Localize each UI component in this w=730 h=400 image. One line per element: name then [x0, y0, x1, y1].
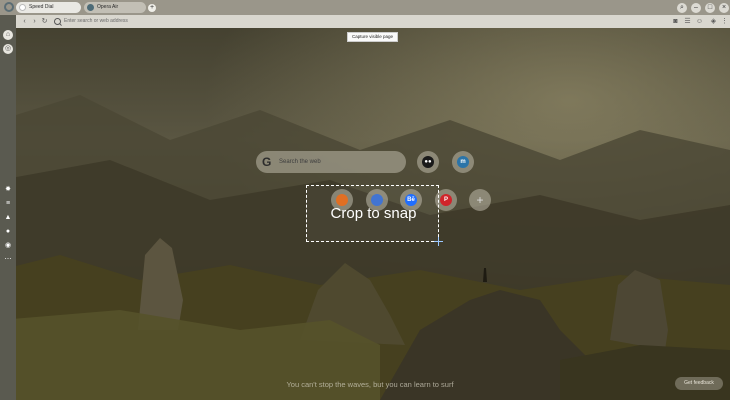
more-icon[interactable]: ⋯	[3, 255, 13, 265]
search-icon	[54, 18, 61, 25]
account-icon[interactable]: ☺	[695, 17, 704, 26]
messenger-icon[interactable]: ●	[3, 227, 13, 237]
minimize-button[interactable]: –	[691, 3, 701, 13]
search-placeholder: Search the web	[279, 159, 321, 165]
site-icon: m	[457, 156, 469, 168]
crop-label: Crop to snap	[330, 205, 417, 222]
workspaces-icon[interactable]: ▲	[3, 213, 13, 223]
tab-opera-air[interactable]: Opera Air	[84, 2, 146, 13]
menu-icon[interactable]: ⋮	[720, 17, 729, 26]
feedback-button[interactable]: Get feedback	[675, 377, 723, 390]
tab-strip: Speed Dial Opera Air + ⌕ – □ ×	[0, 0, 730, 15]
close-window-button[interactable]: ×	[719, 3, 729, 13]
mixer-icon[interactable]: ≡	[3, 199, 13, 209]
add-site-button[interactable]: +	[469, 189, 491, 211]
crop-selection[interactable]: Crop to snap	[306, 185, 439, 242]
tab-label: Opera Air	[97, 4, 119, 10]
google-icon: G	[262, 155, 272, 169]
search-tabs-icon[interactable]: ⌕	[677, 3, 687, 13]
ai-icon[interactable]: ✸	[3, 185, 13, 195]
sidebar: ⌂ ◎ ✸ ≡ ▲ ● ◉ ⋯	[0, 15, 16, 400]
speed-dial-home-icon[interactable]: ⌂	[3, 30, 13, 40]
tab-label: Speed Dial	[29, 4, 54, 10]
speed-dial-medium[interactable]: ●●	[417, 151, 439, 173]
crosshair-cursor-icon	[434, 237, 443, 246]
maximize-button[interactable]: □	[705, 3, 715, 13]
new-tab-button[interactable]: +	[148, 4, 156, 12]
pinterest-icon: P	[440, 194, 452, 206]
plus-icon: +	[476, 193, 484, 207]
capture-tooltip: Capture visible page	[347, 32, 398, 42]
snapshot-icon[interactable]: ◙	[671, 17, 680, 26]
back-icon[interactable]: ‹	[20, 17, 29, 26]
medium-icon: ●●	[422, 156, 434, 168]
tab-speed-dial[interactable]: Speed Dial	[16, 2, 81, 13]
opera-air-tab-icon	[87, 4, 94, 11]
speed-dial-site[interactable]: m	[452, 151, 474, 173]
opera-air-icon[interactable]: ◎	[3, 44, 13, 54]
address-bar: ‹ › ↻ Enter search or web address ◙ ☰ ☺ …	[16, 15, 730, 28]
speed-dial-tab-icon	[19, 4, 26, 11]
forward-icon[interactable]: ›	[30, 17, 39, 26]
opera-logo-icon[interactable]	[4, 2, 14, 12]
extensions-icon[interactable]: ◈	[709, 17, 718, 26]
search-box[interactable]: G Search the web	[256, 151, 406, 173]
whatsapp-icon[interactable]: ◉	[3, 241, 13, 251]
reload-icon[interactable]: ↻	[40, 17, 49, 26]
easy-setup-icon[interactable]: ☰	[683, 17, 692, 26]
wallpaper-quote: You can't stop the waves, but you can le…	[286, 380, 454, 389]
url-input[interactable]: Enter search or web address	[64, 15, 128, 28]
